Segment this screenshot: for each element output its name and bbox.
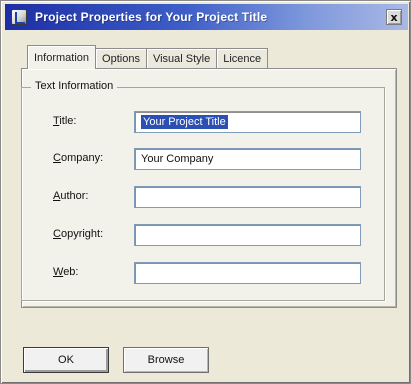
copyright-label: Copyright:	[53, 228, 104, 240]
app-icon	[11, 9, 27, 25]
tab-strip: Information Options Visual Style Licence	[27, 45, 269, 69]
close-button[interactable]: x	[386, 9, 402, 25]
title-input-value: Your Project Title	[141, 115, 228, 129]
ok-button[interactable]: OK	[23, 347, 109, 373]
title-input[interactable]: Your Project Title	[134, 111, 361, 133]
copyright-input[interactable]	[134, 224, 361, 246]
tab-information[interactable]: Information	[27, 45, 97, 69]
group-title: Text Information	[31, 80, 118, 92]
company-input-value: Your Company	[141, 153, 214, 165]
company-label: Company:	[53, 152, 104, 164]
window-title: Project Properties for Your Project Titl…	[35, 10, 268, 24]
author-input[interactable]	[134, 186, 361, 208]
tab-visual-style[interactable]: Visual Style	[145, 48, 218, 69]
browse-button[interactable]: Browse	[123, 347, 209, 373]
tab-licence[interactable]: Licence	[216, 48, 269, 69]
title-label: Title:	[53, 115, 77, 127]
tab-options[interactable]: Options	[95, 48, 147, 69]
web-label: Web:	[53, 266, 79, 278]
company-input[interactable]: Your Company	[134, 148, 361, 170]
title-bar[interactable]: Project Properties for Your Project Titl…	[5, 4, 408, 30]
author-label: Author:	[53, 190, 89, 202]
web-input[interactable]	[134, 262, 361, 284]
project-properties-dialog: Project Properties for Your Project Titl…	[0, 0, 411, 384]
